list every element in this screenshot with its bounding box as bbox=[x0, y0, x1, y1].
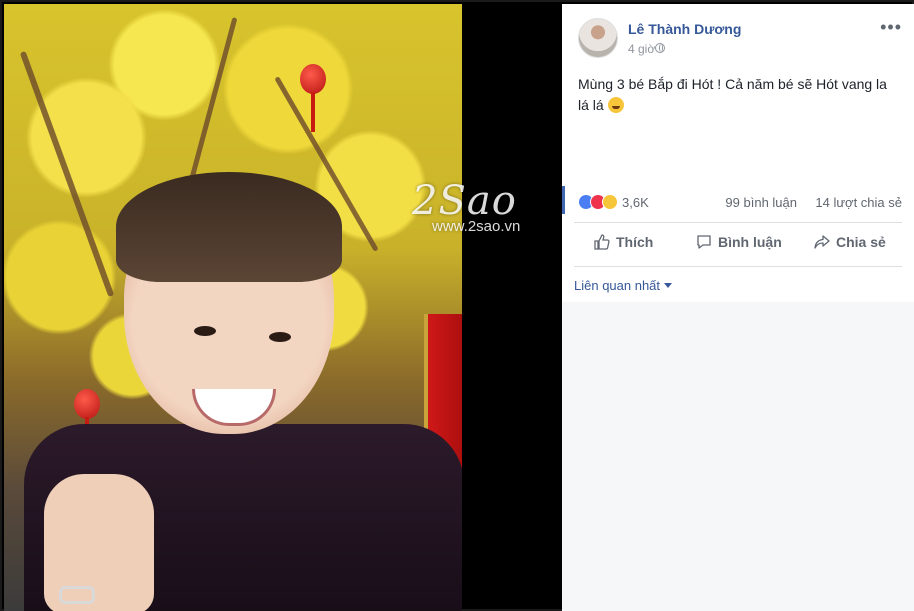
post-panel: Lê Thành Dương 4 giờ ••• Mùng 3 bé Bắp đ… bbox=[562, 4, 914, 611]
red-lantern bbox=[74, 389, 100, 457]
eye bbox=[194, 326, 216, 336]
eye bbox=[269, 332, 291, 342]
share-label: Chia sẻ bbox=[836, 234, 886, 250]
comments-area bbox=[562, 302, 914, 611]
share-arrow-icon bbox=[814, 235, 830, 249]
share-button[interactable]: Chia sẻ bbox=[814, 234, 886, 250]
comment-label: Bình luận bbox=[718, 234, 782, 250]
divider bbox=[574, 222, 902, 223]
post-header: Lê Thành Dương 4 giờ ••• bbox=[578, 18, 902, 58]
divider bbox=[574, 266, 902, 267]
action-bar: Thích Bình luận Chia sẻ bbox=[574, 228, 902, 264]
branch bbox=[19, 50, 115, 298]
post-text-content: Mùng 3 bé Bắp đi Hót ! Cả năm bé sẽ Hót … bbox=[578, 76, 887, 113]
share-count[interactable]: 14 lượt chia sẻ bbox=[815, 195, 902, 210]
post-text: Mùng 3 bé Bắp đi Hót ! Cả năm bé sẽ Hót … bbox=[578, 74, 898, 116]
comment-sort: Liên quan nhất bbox=[574, 270, 914, 300]
reaction-count[interactable]: 3,6K bbox=[622, 195, 649, 210]
person-hair bbox=[116, 172, 342, 282]
red-lantern bbox=[300, 64, 326, 132]
comment-count[interactable]: 99 bình luận bbox=[725, 195, 797, 210]
like-label: Thích bbox=[616, 234, 654, 250]
sort-dropdown[interactable]: Liên quan nhất bbox=[574, 278, 660, 293]
grin-emoji-icon bbox=[607, 97, 624, 113]
comment-icon bbox=[697, 235, 711, 249]
post-photo[interactable] bbox=[4, 4, 462, 611]
haha-reaction-icon bbox=[602, 194, 618, 210]
post-time[interactable]: 4 giờ bbox=[628, 42, 655, 56]
globe-icon bbox=[655, 43, 665, 53]
avatar[interactable] bbox=[578, 18, 618, 58]
ring bbox=[59, 586, 95, 604]
author-name[interactable]: Lê Thành Dương bbox=[628, 21, 741, 37]
caret-down-icon[interactable] bbox=[664, 283, 672, 288]
watermark-url: www.2sao.vn bbox=[432, 218, 521, 235]
reactions-summary[interactable]: 3,6K 99 bình luận 14 lượt chia sẻ bbox=[578, 192, 902, 214]
comment-button[interactable]: Bình luận bbox=[696, 234, 782, 250]
watermark: 2Sao www.2sao.vn bbox=[412, 178, 520, 235]
thumbs-up-icon bbox=[594, 234, 610, 250]
screenshot-frame: 2Sao www.2sao.vn Lê Thành Dương 4 giờ ••… bbox=[0, 0, 914, 611]
left-accent-bar bbox=[562, 186, 565, 214]
like-button[interactable]: Thích bbox=[594, 234, 653, 250]
ellipsis-icon[interactable]: ••• bbox=[880, 18, 902, 36]
